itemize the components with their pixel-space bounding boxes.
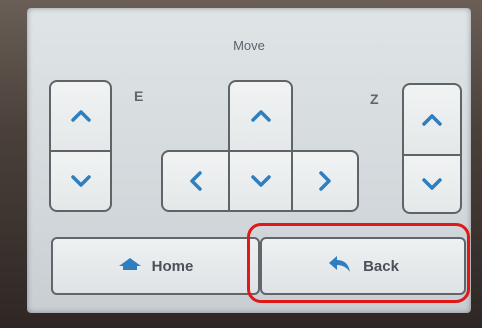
page-title: Move — [233, 38, 265, 53]
z-up-button[interactable] — [402, 83, 462, 156]
z-axis-label: Z — [370, 91, 379, 107]
e-axis-label: E — [134, 88, 144, 104]
chevron-up-icon — [421, 113, 443, 127]
chevron-right-icon — [318, 170, 332, 192]
chevron-down-icon — [250, 174, 272, 188]
chevron-left-icon — [189, 170, 203, 192]
e-down-button[interactable] — [49, 150, 112, 212]
e-up-button[interactable] — [49, 80, 112, 152]
back-button-highlight — [247, 223, 470, 303]
y-up-button[interactable] — [228, 80, 293, 152]
x-left-button[interactable] — [161, 150, 230, 212]
x-right-button[interactable] — [291, 150, 359, 212]
home-button-label: Home — [151, 257, 194, 275]
y-down-button[interactable] — [228, 150, 293, 212]
chevron-up-icon — [70, 109, 92, 123]
chevron-down-icon — [421, 177, 443, 191]
chevron-up-icon — [250, 109, 272, 123]
chevron-down-icon — [70, 174, 92, 188]
z-down-button[interactable] — [402, 154, 462, 214]
home-icon — [118, 257, 142, 275]
home-button[interactable]: Home — [51, 237, 260, 295]
